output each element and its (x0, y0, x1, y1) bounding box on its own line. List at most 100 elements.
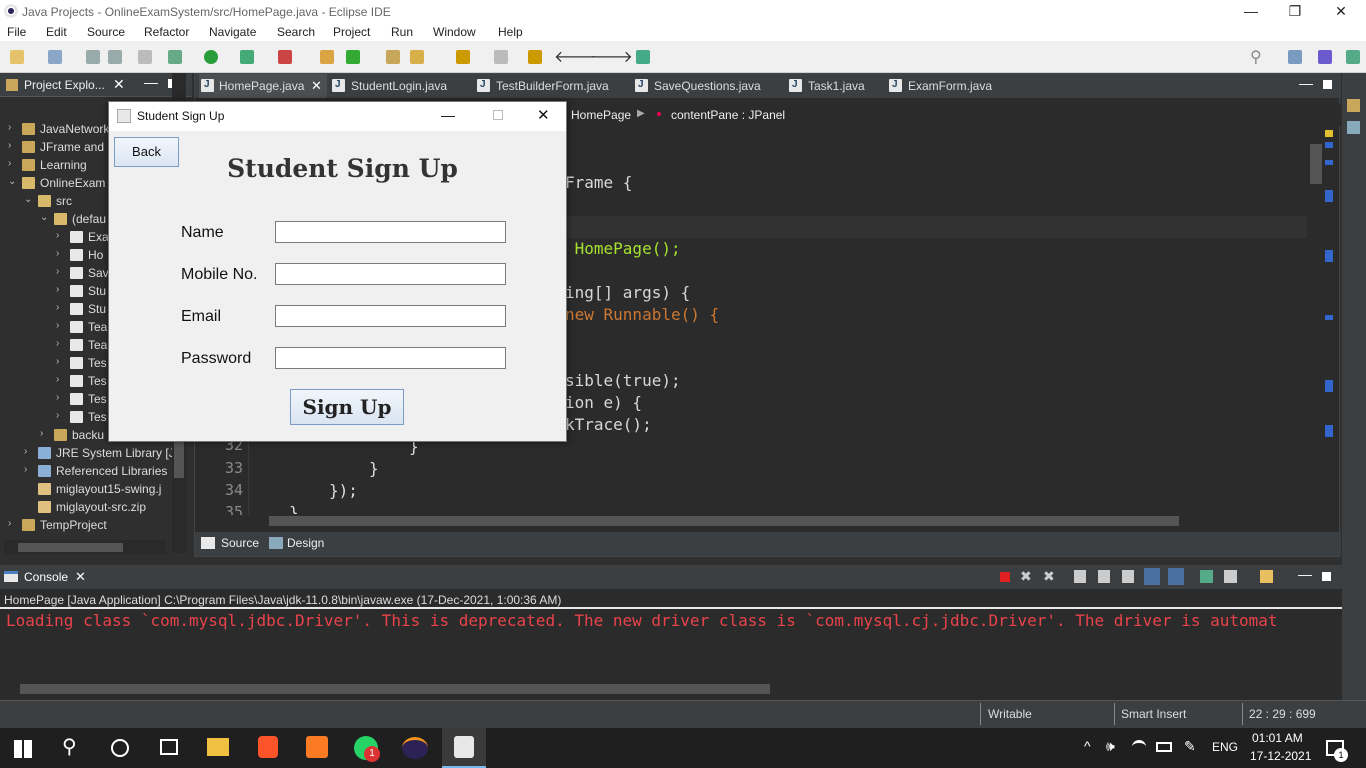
chevron-down-icon[interactable]: ⌄ (40, 212, 48, 223)
chevron-right-icon[interactable]: › (56, 392, 59, 403)
tree-item[interactable]: miglayout-src.zip (0, 498, 180, 516)
language-indicator[interactable]: ENG (1212, 740, 1238, 754)
task-view-icon[interactable] (160, 739, 178, 755)
menu-help[interactable]: Help (498, 25, 523, 39)
coverage-icon[interactable] (240, 50, 254, 64)
console-hscroll-thumb[interactable] (20, 684, 770, 694)
chevron-right-icon[interactable]: › (8, 122, 11, 133)
pin-editor-icon[interactable] (636, 50, 650, 64)
restore-button[interactable]: ❐ (1272, 0, 1318, 23)
pin-console-icon[interactable] (1200, 570, 1213, 583)
prev-annotation-icon[interactable] (494, 50, 508, 64)
show-stdout-icon[interactable] (1144, 568, 1160, 585)
menu-run[interactable]: Run (391, 25, 413, 39)
cortana-icon[interactable] (111, 739, 129, 757)
maximize-view-icon[interactable] (1322, 572, 1331, 581)
search-icon[interactable]: ⚲ (1250, 47, 1262, 67)
file-explorer-icon[interactable] (207, 738, 229, 756)
menu-navigate[interactable]: Navigate (209, 25, 256, 39)
display-console-icon[interactable] (1224, 570, 1237, 583)
editor-vscrollbar[interactable] (1309, 128, 1323, 514)
new-icon[interactable] (10, 50, 24, 64)
tab-design[interactable]: Design (287, 536, 324, 550)
remove-all-icon[interactable]: ✖ (1043, 568, 1055, 585)
java-app-button[interactable] (442, 728, 486, 768)
xampp-icon[interactable] (306, 736, 328, 758)
save-icon[interactable] (86, 50, 100, 64)
volume-icon[interactable]: 🕪 (1106, 738, 1115, 755)
sign-up-button[interactable]: Sign Up (290, 389, 404, 425)
breadcrumb-class[interactable]: HomePage (571, 108, 631, 122)
chevron-right-icon[interactable]: › (56, 266, 59, 277)
close-icon[interactable]: ✕ (113, 76, 125, 93)
chevron-right-icon[interactable]: › (24, 446, 27, 457)
tab-homepage[interactable]: HomePage.java ✕ (199, 74, 327, 98)
tree-item[interactable]: miglayout15-swing.j (0, 480, 180, 498)
menu-project[interactable]: Project (333, 25, 370, 39)
chevron-right-icon[interactable]: › (56, 284, 59, 295)
open-perspective-icon[interactable] (1288, 50, 1302, 64)
open-console-icon[interactable] (1260, 570, 1273, 583)
scroll-lock-icon[interactable] (1098, 570, 1110, 583)
brave-icon[interactable] (258, 736, 278, 758)
tab-source[interactable]: Source (221, 536, 259, 550)
remove-launch-icon[interactable]: ✖ (1020, 568, 1032, 585)
explorer-hscrollbar[interactable] (4, 540, 166, 554)
chevron-right-icon[interactable]: › (56, 374, 59, 385)
last-edit-icon[interactable] (528, 50, 542, 64)
tree-item[interactable]: › JRE System Library [J (0, 444, 180, 462)
battery-icon[interactable] (1156, 742, 1172, 752)
chevron-right-icon[interactable]: › (56, 230, 59, 241)
chevron-right-icon[interactable]: › (8, 518, 11, 529)
open-type-icon[interactable] (386, 50, 400, 64)
tab-testbuilderform[interactable]: TestBuilderForm.java (477, 74, 627, 98)
chevron-right-icon[interactable]: › (56, 410, 59, 421)
new-class-icon[interactable] (346, 50, 360, 64)
tree-item[interactable]: › Referenced Libraries (0, 462, 180, 480)
debug-icon[interactable] (168, 50, 182, 64)
close-button[interactable]: ✕ (537, 106, 550, 124)
forward-arrow-icon[interactable]: 🡒 (590, 46, 633, 67)
chevron-right-icon[interactable]: › (56, 338, 59, 349)
wifi-icon[interactable] (1132, 740, 1146, 754)
java-perspective-icon[interactable] (1318, 50, 1332, 64)
chevron-down-icon[interactable]: ⌄ (8, 176, 16, 187)
close-icon[interactable]: ✕ (75, 569, 86, 585)
clock-date[interactable]: 17-12-2021 (1250, 749, 1311, 763)
new-java-project-icon[interactable] (320, 50, 334, 64)
editor-vscroll-thumb[interactable] (1310, 144, 1322, 184)
chevron-right-icon[interactable]: › (24, 464, 27, 475)
menu-edit[interactable]: Edit (46, 25, 67, 39)
tab-savequestions[interactable]: SaveQuestions.java (635, 74, 775, 98)
editor-hscrollbar[interactable] (251, 514, 1307, 528)
save-all-icon[interactable] (108, 50, 122, 64)
close-icon[interactable]: ✕ (311, 78, 322, 94)
overview-ruler[interactable] (1325, 130, 1335, 460)
minimize-view-icon[interactable]: — (1299, 75, 1313, 91)
tab-studentlogin[interactable]: StudentLogin.java (332, 74, 462, 98)
mobile-field[interactable] (275, 263, 506, 285)
task-list-icon[interactable] (1347, 121, 1360, 134)
tab-task1[interactable]: Task1.java (789, 74, 879, 98)
menu-search[interactable]: Search (277, 25, 315, 39)
editor-hscroll-thumb[interactable] (269, 516, 1179, 526)
password-field[interactable] (275, 347, 506, 369)
chevron-right-icon[interactable]: › (40, 428, 43, 439)
breadcrumb-field[interactable]: contentPane : JPanel (671, 108, 785, 122)
explorer-hscroll-thumb[interactable] (18, 543, 123, 552)
maximize-view-icon[interactable] (1323, 80, 1332, 89)
windows-start-icon[interactable] (14, 740, 32, 758)
show-stderr-icon[interactable] (1168, 568, 1184, 585)
outline-icon[interactable] (1347, 99, 1360, 112)
debug-perspective-icon[interactable] (1346, 50, 1360, 64)
pen-icon[interactable]: ✎ (1184, 738, 1196, 755)
clear-console-icon[interactable] (1074, 570, 1086, 583)
eclipse-taskbar-icon[interactable] (402, 737, 428, 759)
open-icon[interactable] (48, 50, 62, 64)
close-button[interactable]: ✕ (1318, 0, 1364, 23)
console-hscrollbar[interactable] (0, 682, 1324, 696)
tab-examform[interactable]: ExamForm.java (889, 74, 1009, 98)
menu-refactor[interactable]: Refactor (144, 25, 189, 39)
menu-source[interactable]: Source (87, 25, 125, 39)
minimize-view-icon[interactable]: — (1298, 566, 1312, 582)
